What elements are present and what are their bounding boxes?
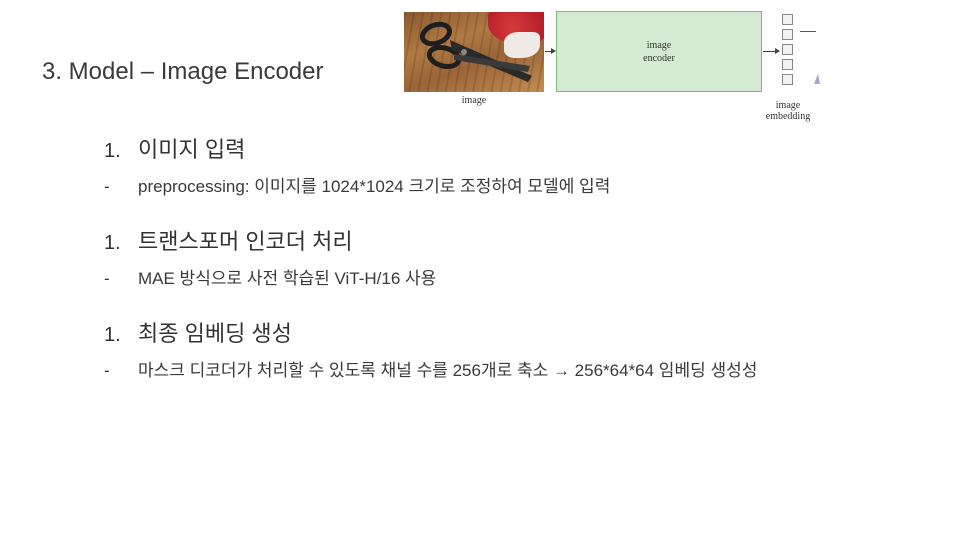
arrow-to-encoder [545,48,556,54]
bullet-text: MAE 방식으로 사전 학습된 ViT-H/16 사용 [138,269,437,288]
cropped-shape [814,74,820,84]
section-heading: 1. 최종 임베딩 생성 [104,316,898,348]
slide-title: 3. Model – Image Encoder [42,58,324,85]
embedding-cell [782,59,793,70]
list-number: 1. [104,324,121,346]
embedding-label-line2: embedding [765,111,811,122]
section-image-input: 1. 이미지 입력 - preprocessing: 이미지를 1024*102… [104,132,898,202]
embedding-cell [782,14,793,25]
image-embedding-stack [782,14,794,89]
encoder-label-line2: encoder [643,52,675,64]
section-heading: 1. 이미지 입력 [104,132,898,164]
encoder-label-line1: image [646,39,672,51]
arrow-to-embedding [763,48,780,54]
bullet-item: - 마스크 디코더가 처리할 수 있도록 채널 수를 256개로 축소 → 25… [104,356,898,386]
image-encoder-box: image encoder [556,11,762,92]
list-number: 1. [104,232,121,254]
embedding-connector [800,31,816,32]
embedding-cell [782,29,793,40]
bullet-text: 마스크 디코더가 처리할 수 있도록 채널 수를 256개로 축소 → 256*… [138,361,758,380]
section-final-embedding: 1. 최종 임베딩 생성 - 마스크 디코더가 처리할 수 있도록 채널 수를 … [104,316,898,386]
section-transformer-encoder: 1. 트랜스포머 인코더 처리 - MAE 방식으로 사전 학습된 ViT-H/… [104,224,898,294]
bullet-dash: - [104,269,110,288]
bullet-text: preprocessing: 이미지를 1024*1024 크기로 조정하여 모… [138,177,611,196]
section-heading: 1. 트랜스포머 인코더 처리 [104,224,898,256]
scissors-icon [419,21,532,82]
bullet-item: - MAE 방식으로 사전 학습된 ViT-H/16 사용 [104,264,898,294]
input-image-scissors [404,12,544,92]
bullet-item: - preprocessing: 이미지를 1024*1024 크기로 조정하여… [104,172,898,202]
heading-text: 최종 임베딩 생성 [138,321,292,346]
architecture-figure: image image encoder image embedding [404,10,824,122]
heading-text: 이미지 입력 [138,137,246,162]
embedding-label-line1: image [775,100,801,111]
embedding-caption: image embedding [756,100,820,122]
bullet-dash: - [104,361,110,380]
heading-text: 트랜스포머 인코더 처리 [138,229,353,254]
embedding-cell [782,44,793,55]
embedding-cell [782,74,793,85]
bullet-dash: - [104,177,110,196]
image-caption: image [461,95,487,106]
list-number: 1. [104,140,121,162]
